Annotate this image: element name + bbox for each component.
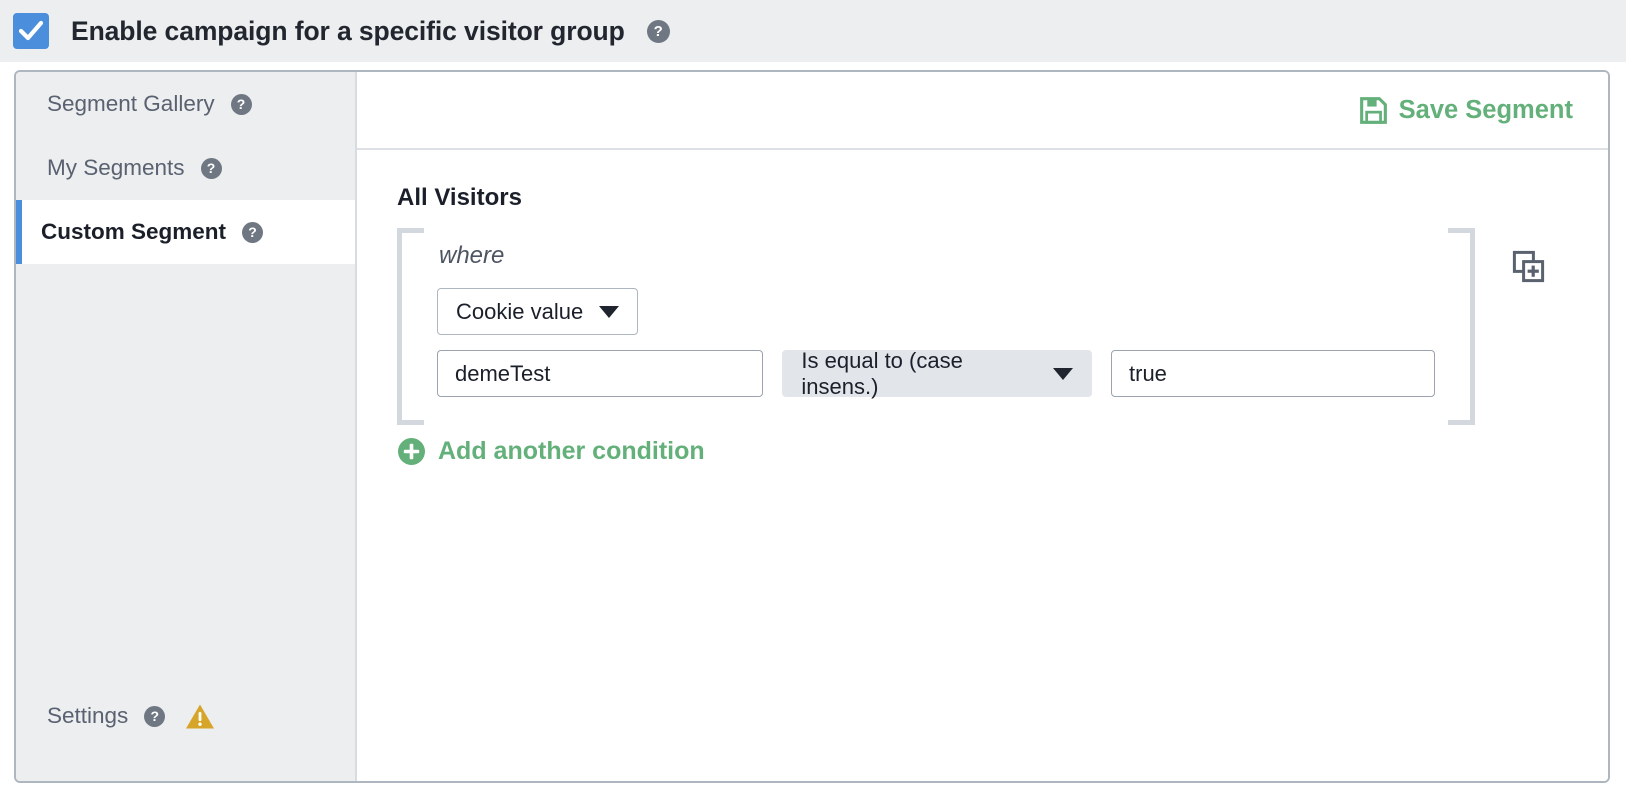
sidebar-item-settings[interactable]: Settings ? xyxy=(16,693,215,739)
warning-triangle-icon[interactable] xyxy=(185,703,215,730)
segment-builder: All Visitors where Cookie value demeTest… xyxy=(357,150,1608,466)
plus-circle-icon xyxy=(398,438,425,465)
segment-scope-title: All Visitors xyxy=(397,184,522,211)
condition-value-input[interactable] xyxy=(1111,350,1435,397)
condition-group-row: where Cookie value Is equal to (case ins… xyxy=(397,228,1608,425)
custom-segment-help-icon[interactable]: ? xyxy=(242,221,264,243)
header-help-icon[interactable]: ? xyxy=(646,19,670,43)
group-bracket-left xyxy=(397,228,424,425)
enable-campaign-checkbox[interactable] xyxy=(13,13,49,49)
sidebar-item-label: Segment Gallery xyxy=(47,91,215,116)
segment-sidebar: Segment Gallery ? My Segments ? Custom S… xyxy=(16,72,357,781)
chevron-down-icon xyxy=(599,305,620,318)
save-segment-button[interactable]: Save Segment xyxy=(1359,95,1573,125)
save-segment-label: Save Segment xyxy=(1398,95,1573,124)
enable-campaign-header: Enable campaign for a specific visitor g… xyxy=(0,0,1626,62)
condition-attribute-select[interactable]: Cookie value xyxy=(437,288,639,335)
group-bracket-right xyxy=(1448,228,1475,425)
condition-name-input[interactable] xyxy=(437,350,764,397)
settings-label: Settings xyxy=(47,703,129,728)
page-title: Enable campaign for a specific visitor g… xyxy=(71,15,625,46)
condition-operator-select[interactable]: Is equal to (case insens.) xyxy=(782,347,1092,399)
sidebar-item-my-segments[interactable]: My Segments ? xyxy=(16,136,355,200)
chevron-down-icon xyxy=(1053,367,1073,380)
condition-connector-label: where xyxy=(439,242,505,269)
duplicate-group-icon[interactable] xyxy=(1512,250,1545,283)
segment-toolbar: Save Segment xyxy=(357,72,1608,150)
segment-editor-panel: Segment Gallery ? My Segments ? Custom S… xyxy=(14,70,1610,783)
settings-help-icon[interactable]: ? xyxy=(144,705,166,727)
condition-attribute-value: Cookie value xyxy=(456,298,584,324)
sidebar-item-label: My Segments xyxy=(47,155,185,180)
segment-gallery-help-icon[interactable]: ? xyxy=(230,93,252,115)
condition-group: where Cookie value Is equal to (case ins… xyxy=(397,228,1475,425)
add-another-condition-button[interactable]: Add another condition xyxy=(398,437,705,466)
checkmark-icon xyxy=(19,20,43,41)
my-segments-help-icon[interactable]: ? xyxy=(200,157,222,179)
sidebar-item-label: Custom Segment xyxy=(41,219,227,244)
add-another-condition-label: Add another condition xyxy=(438,437,705,465)
sidebar-item-custom-segment[interactable]: Custom Segment ? xyxy=(16,200,355,264)
sidebar-item-segment-gallery[interactable]: Segment Gallery ? xyxy=(16,72,355,136)
floppy-disk-save-icon xyxy=(1359,96,1387,124)
segment-main-area: Save Segment All Visitors where Cookie v… xyxy=(357,72,1608,781)
condition-operator-value: Is equal to (case insens.) xyxy=(801,347,963,399)
